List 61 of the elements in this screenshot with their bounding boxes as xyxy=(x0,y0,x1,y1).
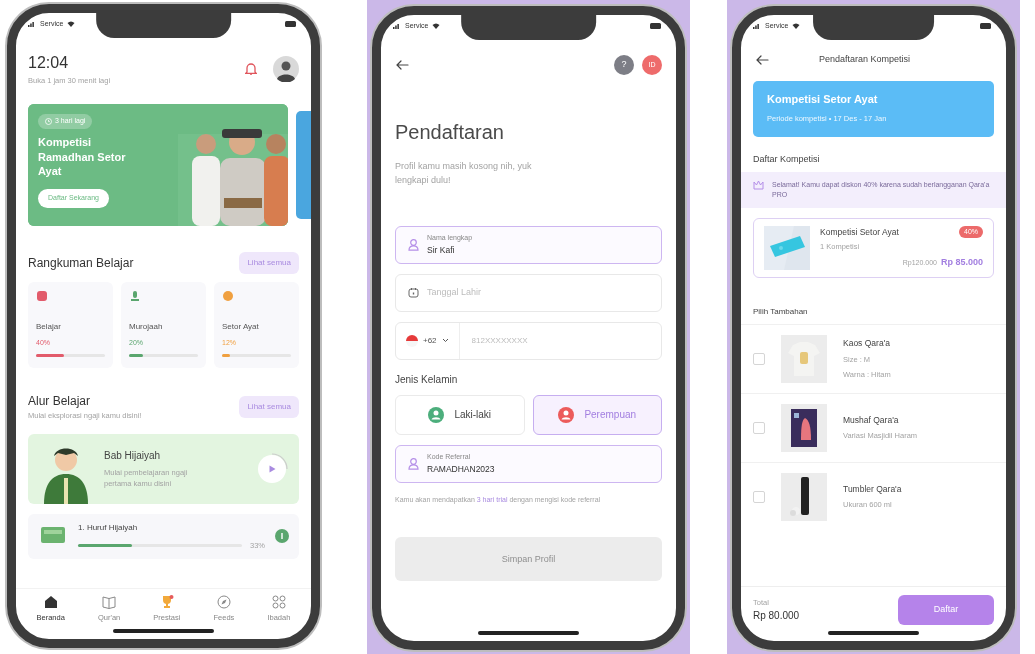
signal-icon xyxy=(753,23,761,29)
section-title: Daftar Kompetisi xyxy=(753,152,821,166)
gender-option[interactable]: Laki-laki xyxy=(395,394,525,435)
product-name: Mushaf Qara'a xyxy=(843,413,900,427)
flag-icon xyxy=(406,334,418,347)
wifi-icon xyxy=(67,21,76,27)
checkbox[interactable] xyxy=(753,490,765,503)
clock-icon xyxy=(45,118,52,125)
product-name: Tumbler Qara'a xyxy=(843,482,902,496)
stat-label: Murojaah xyxy=(129,321,164,334)
product-name: Kaos Qara'a xyxy=(843,336,891,350)
gender-label: Jenis Kelamin xyxy=(395,372,459,387)
battery-icon xyxy=(285,21,297,27)
back-arrow-icon[interactable] xyxy=(395,60,409,70)
help-button[interactable]: ? xyxy=(614,55,634,75)
item-title: Kompetisi Setor Ayat xyxy=(820,225,899,239)
back-arrow-icon[interactable] xyxy=(755,54,769,65)
battery-icon xyxy=(980,23,992,29)
discount-price: Rp 85.000 xyxy=(940,255,983,269)
wifi-icon xyxy=(792,23,801,29)
phone-number-input[interactable]: 812XXXXXXXX xyxy=(459,334,661,347)
chapter-title: Bab Hijaiyah xyxy=(104,448,162,463)
lesson-status-icon xyxy=(275,529,289,544)
date-field[interactable]: Tanggal Lahir xyxy=(395,273,662,312)
page-title: Pendaftaran xyxy=(395,120,505,145)
home-icon xyxy=(43,594,58,609)
checkbox[interactable] xyxy=(753,421,765,434)
crown-icon xyxy=(753,180,764,190)
play-button[interactable] xyxy=(255,451,289,486)
screen-title: Pendaftaran Kompetisi xyxy=(819,53,911,66)
bell-icon[interactable] xyxy=(245,62,257,76)
section-title: Alur Belajar xyxy=(28,393,92,411)
field-input[interactable]: RAMADHAN2023 xyxy=(427,462,649,476)
date-input[interactable]: Tanggal Lahir xyxy=(427,286,649,300)
section-title: Pilih Tambahan xyxy=(753,305,809,318)
compass-icon xyxy=(216,594,231,609)
wifi-icon xyxy=(432,23,441,29)
chevron-down-icon xyxy=(441,338,449,344)
lesson-title: 1. Huruf Hijaiyah xyxy=(78,521,139,534)
phone-field[interactable]: +62 812XXXXXXXX xyxy=(395,321,662,360)
clock-time: 12:04 xyxy=(28,53,70,73)
country-code-select[interactable]: +62 xyxy=(396,322,460,359)
book-icon xyxy=(102,594,117,609)
battery-icon xyxy=(650,23,662,29)
stat-label: Setor Ayat xyxy=(222,321,260,334)
avatar-icon[interactable] xyxy=(273,55,299,82)
signal-icon xyxy=(28,21,36,27)
signal-icon xyxy=(393,23,401,29)
section-title: Rangkuman Belajar xyxy=(28,255,134,273)
stat-label: Belajar xyxy=(36,321,62,334)
user-icon xyxy=(408,457,419,470)
banner-title: Kompetisi Setor Ayat xyxy=(767,91,879,107)
total-amount: Rp 80.000 xyxy=(753,609,800,624)
user-icon xyxy=(408,238,419,251)
calendar-icon xyxy=(408,287,419,299)
grid-icon xyxy=(271,594,286,609)
next-banner-card[interactable] xyxy=(296,111,311,220)
checkbox[interactable] xyxy=(753,352,765,365)
field-input[interactable]: Sir Kafi xyxy=(427,243,649,257)
banner-title: Kompetisi Ramadhan Setor Ayat xyxy=(38,134,127,180)
page-subtitle: Profil kamu masih kosong nih, yuk lengkapi dulu! xyxy=(395,160,533,188)
